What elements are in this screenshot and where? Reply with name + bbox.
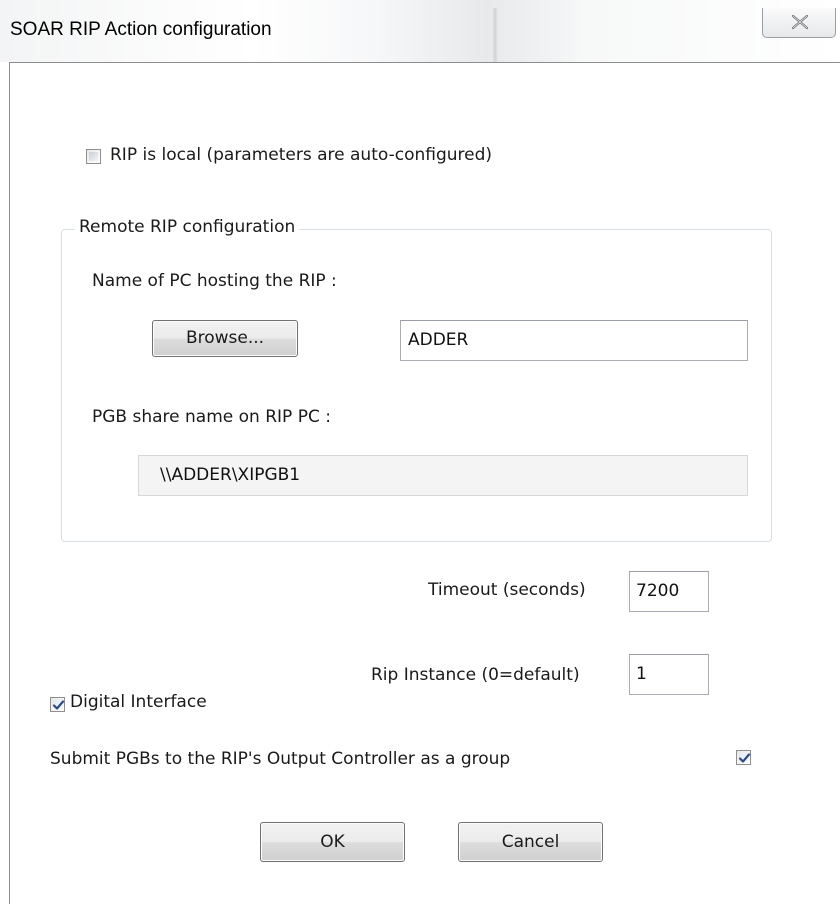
title-bar-divider bbox=[492, 8, 498, 62]
pc-name-label: Name of PC hosting the RIP : bbox=[92, 271, 337, 291]
cancel-button[interactable]: Cancel bbox=[458, 822, 603, 862]
submit-group-label: Submit PGBs to the RIP's Output Controll… bbox=[50, 749, 511, 769]
share-name-label: PGB share name on RIP PC : bbox=[92, 407, 331, 427]
timeout-input[interactable]: 7200 bbox=[629, 571, 709, 612]
remote-rip-group-label: Remote RIP configuration bbox=[75, 217, 300, 237]
digital-interface-label: Digital Interface bbox=[70, 692, 207, 712]
ok-button[interactable]: OK bbox=[260, 822, 405, 862]
window-title: SOAR RIP Action configuration bbox=[10, 19, 272, 40]
submit-group-checkbox[interactable] bbox=[736, 750, 751, 765]
rip-local-label: RIP is local (parameters are auto-config… bbox=[110, 145, 493, 165]
close-button[interactable] bbox=[762, 8, 836, 38]
rip-instance-label: Rip Instance (0=default) bbox=[371, 665, 580, 685]
timeout-label: Timeout (seconds) bbox=[428, 580, 586, 600]
rip-local-checkbox[interactable] bbox=[86, 149, 101, 164]
checkmark-icon bbox=[738, 753, 751, 763]
rip-instance-input[interactable]: 1 bbox=[629, 654, 709, 695]
digital-interface-checkbox[interactable] bbox=[50, 697, 65, 712]
browse-button[interactable]: Browse... bbox=[152, 320, 298, 357]
checkmark-icon bbox=[52, 700, 65, 710]
pc-name-input[interactable]: ADDER bbox=[400, 320, 748, 361]
title-bar: SOAR RIP Action configuration bbox=[0, 0, 840, 62]
share-name-field: \\ADDER\XIPGB1 bbox=[138, 455, 748, 496]
close-x-icon bbox=[791, 14, 809, 30]
